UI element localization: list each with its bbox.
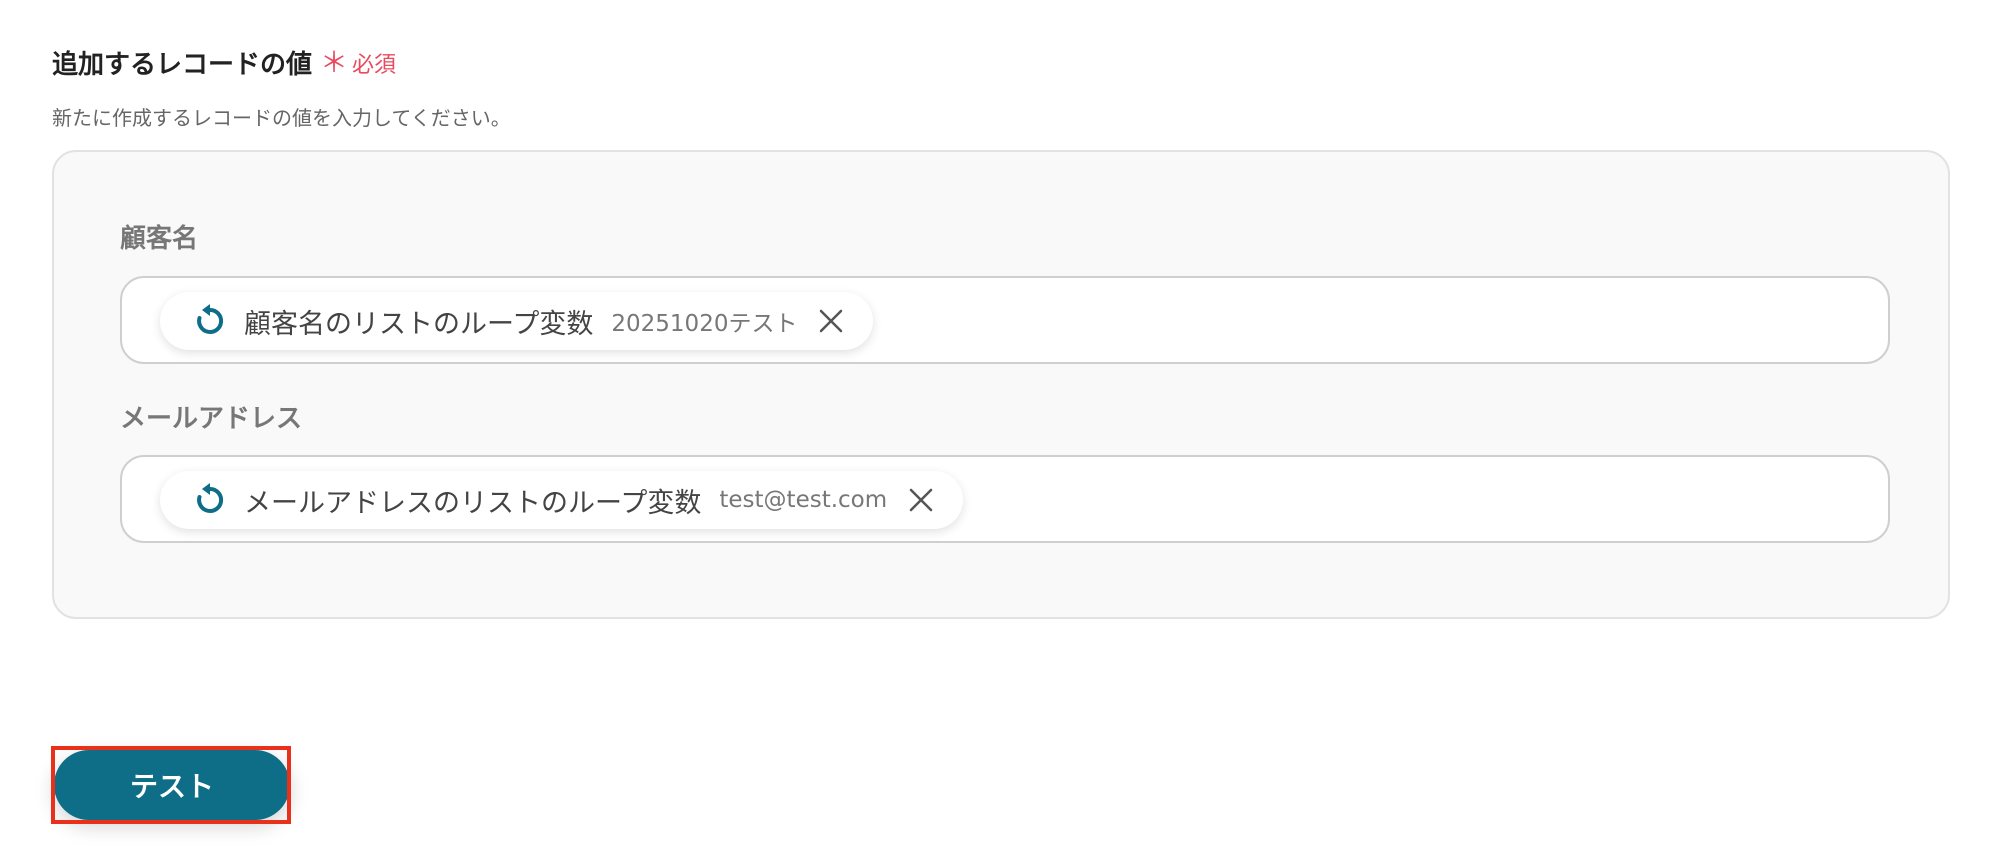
test-button[interactable]: テスト: [54, 750, 290, 820]
close-icon[interactable]: [817, 307, 845, 335]
variable-chip-email[interactable]: メールアドレスのリストのループ変数 test@test.com: [160, 471, 964, 529]
chip-label: 顧客名のリストのループ変数: [244, 308, 594, 340]
record-values-panel: 顧客名 顧客名のリストのループ変数 20251020テスト メールアドレス メー…: [52, 150, 1950, 619]
required-badge: ＊ 必須: [320, 47, 396, 79]
customer-name-label: 顧客名: [120, 224, 199, 254]
email-input[interactable]: メールアドレスのリストのループ変数 test@test.com: [120, 455, 1890, 543]
loop-icon: [192, 303, 228, 339]
required-asterisk: ＊: [320, 45, 349, 79]
section-title: 追加するレコードの値 ＊ 必須: [52, 44, 396, 81]
section-description: 新たに作成するレコードの値を入力してください。: [52, 106, 511, 130]
email-label: メールアドレス: [120, 404, 303, 434]
close-icon[interactable]: [907, 486, 935, 514]
chip-value: 20251020テスト: [611, 311, 798, 337]
chip-label: メールアドレスのリストのループ変数: [244, 487, 702, 519]
customer-name-input[interactable]: 顧客名のリストのループ変数 20251020テスト: [120, 276, 1890, 364]
chip-value: test@test.com: [719, 487, 888, 513]
required-label: 必須: [352, 52, 397, 78]
section-title-text: 追加するレコードの値: [52, 50, 313, 80]
loop-icon: [192, 482, 228, 518]
variable-chip-customer-name[interactable]: 顧客名のリストのループ変数 20251020テスト: [160, 292, 874, 350]
